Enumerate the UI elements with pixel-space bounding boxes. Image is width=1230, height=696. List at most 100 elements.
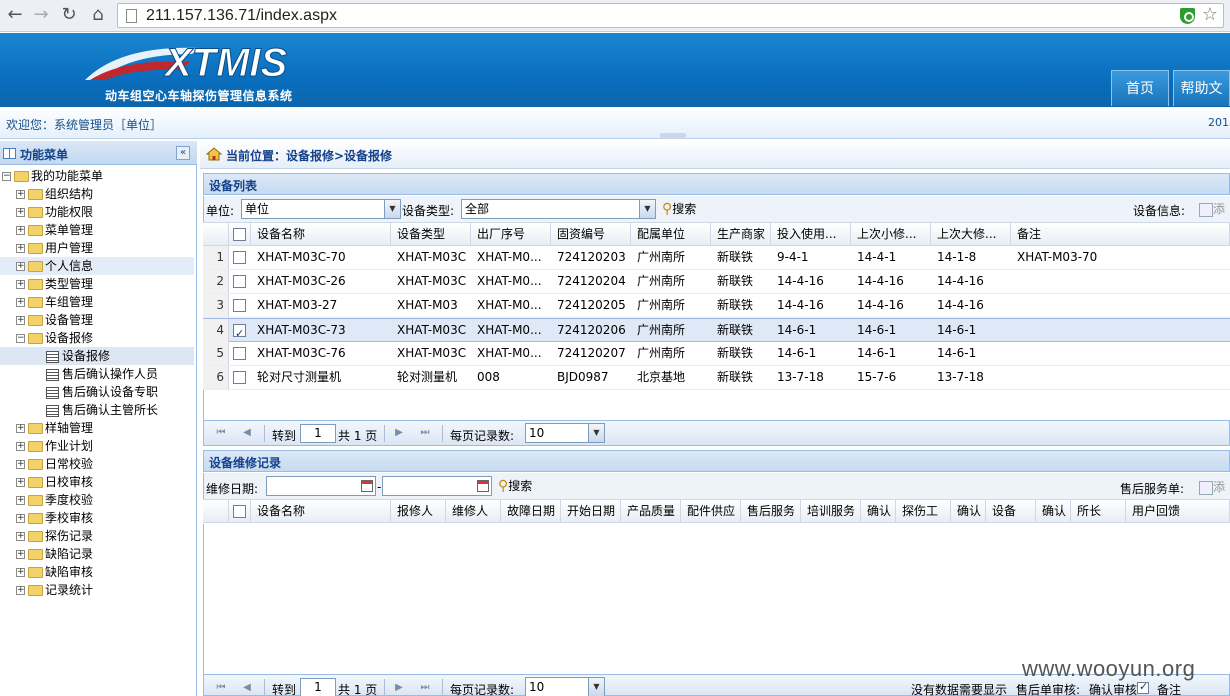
sidebar-item[interactable]: + 样轴管理	[0, 419, 194, 437]
expand-icon[interactable]: +	[16, 568, 25, 577]
device-add-button[interactable]: 添	[1199, 200, 1225, 217]
sidebar-item[interactable]: + 季校审核	[0, 509, 194, 527]
confirm-audit-checkbox[interactable]	[1137, 680, 1149, 694]
collapse-icon[interactable]: −	[2, 172, 11, 181]
row-checkbox[interactable]	[233, 322, 246, 342]
table-row[interactable]: 1 XHAT-M03C-70 XHAT-M03C XHAT-M0... 72412020…	[203, 246, 1230, 270]
expand-icon[interactable]: +	[16, 280, 25, 289]
column-header[interactable]: 设备名称	[251, 500, 391, 523]
sidebar-item[interactable]: + 设备管理	[0, 311, 194, 329]
forward-icon[interactable]: →	[30, 4, 52, 26]
table-row[interactable]: 6 轮对尺寸测量机 轮对测量机 008 BJD0987 北京基地 新联铁 13-7-18 15-…	[203, 366, 1230, 390]
sidebar-item[interactable]: + 作业计划	[0, 437, 194, 455]
sidebar-item[interactable]: + 用户管理	[0, 239, 194, 257]
column-header[interactable]: 培训服务	[801, 500, 861, 523]
sidebar-item[interactable]: + 记录统计	[0, 581, 194, 599]
row-checkbox[interactable]	[233, 371, 246, 384]
expand-icon[interactable]: +	[16, 460, 25, 469]
expand-icon[interactable]: +	[16, 190, 25, 199]
sidebar-item[interactable]: + 探伤记录	[0, 527, 194, 545]
row-checkbox[interactable]	[233, 251, 246, 264]
expand-icon[interactable]: +	[16, 496, 25, 505]
sidebar-item[interactable]: + 个人信息	[0, 257, 194, 275]
column-header[interactable]: 开始日期	[561, 500, 621, 523]
page-number-input[interactable]: 1	[300, 424, 336, 443]
column-header[interactable]: 配件供应	[681, 500, 741, 523]
column-header[interactable]: 确认	[1036, 500, 1071, 523]
sidebar-item[interactable]: 售后确认设备专职	[0, 383, 194, 401]
select-all-checkbox[interactable]	[233, 505, 246, 518]
prev-page-icon[interactable]: ◀	[240, 681, 254, 695]
table-row[interactable]: 4 XHAT-M03C-73 XHAT-M03C XHAT-M0... 72412020…	[203, 318, 1230, 342]
expand-icon[interactable]: +	[16, 532, 25, 541]
chevron-down-icon[interactable]: ▼	[588, 678, 604, 696]
expand-icon[interactable]: +	[16, 442, 25, 451]
address-bar[interactable]: 211.157.136.71/index.aspx ☆	[117, 3, 1224, 28]
per-page-select[interactable]: 10 ▼	[525, 677, 605, 696]
next-page-icon[interactable]: ▶	[392, 426, 406, 440]
column-header[interactable]: 上次大修...	[931, 223, 1011, 246]
expand-icon[interactable]: +	[16, 226, 25, 235]
splitter-handle[interactable]	[660, 133, 686, 139]
row-checkbox[interactable]	[233, 275, 246, 288]
select-all-checkbox[interactable]	[233, 228, 246, 241]
page-number-input[interactable]: 1	[300, 678, 336, 696]
first-page-icon[interactable]: ⏮	[214, 426, 228, 440]
calendar-icon[interactable]	[361, 480, 373, 492]
table-row[interactable]: 5 XHAT-M03C-76 XHAT-M03C XHAT-M0... 72412020…	[203, 342, 1230, 366]
service-add-button[interactable]: 添	[1199, 478, 1225, 495]
device-search-button[interactable]: ⚲搜索	[662, 200, 696, 218]
tab-home[interactable]: 首页	[1111, 70, 1169, 106]
column-header[interactable]: 故障日期	[501, 500, 561, 523]
table-row[interactable]: 3 XHAT-M03-27 XHAT-M03 XHAT-M0... 724120205 广…	[203, 294, 1230, 318]
column-header[interactable]: 固资编号	[551, 223, 631, 246]
column-header[interactable]: 生产商家	[711, 223, 771, 246]
column-header[interactable]: 确认	[951, 500, 986, 523]
sidebar-item[interactable]: + 类型管理	[0, 275, 194, 293]
repair-search-button[interactable]: ⚲搜索	[498, 477, 532, 495]
device-type-select[interactable]: 全部 ▼	[461, 199, 656, 219]
expand-icon[interactable]: +	[16, 514, 25, 523]
tab-help[interactable]: 帮助文	[1173, 70, 1230, 106]
collapse-icon[interactable]: −	[16, 334, 25, 343]
column-header[interactable]: 探伤工	[896, 500, 951, 523]
unit-select[interactable]: 单位 ▼	[241, 199, 401, 219]
expand-icon[interactable]: +	[16, 208, 25, 217]
expand-icon[interactable]: +	[16, 262, 25, 271]
reload-icon[interactable]: ↻	[58, 4, 80, 26]
column-header[interactable]: 所长	[1071, 500, 1126, 523]
prev-page-icon[interactable]: ◀	[240, 426, 254, 440]
column-header[interactable]: 设备名称	[251, 223, 391, 246]
tree-root[interactable]: − 我的功能菜单	[2, 167, 194, 185]
repair-date-from[interactable]	[266, 476, 376, 496]
table-row[interactable]: 2 XHAT-M03C-26 XHAT-M03C XHAT-M0... 72412020…	[203, 270, 1230, 294]
expand-icon[interactable]: +	[16, 316, 25, 325]
sidebar-item[interactable]: + 功能权限	[0, 203, 194, 221]
shield-icon[interactable]	[1180, 8, 1195, 24]
expand-icon[interactable]: +	[16, 244, 25, 253]
expand-icon[interactable]: +	[16, 586, 25, 595]
sidebar-item[interactable]: 售后确认操作人员	[0, 365, 194, 383]
sidebar-item[interactable]: 设备报修	[0, 347, 194, 365]
sidebar-item[interactable]: 售后确认主管所长	[0, 401, 194, 419]
row-checkbox[interactable]	[233, 347, 246, 360]
sidebar-item[interactable]: + 菜单管理	[0, 221, 194, 239]
expand-icon[interactable]: +	[16, 550, 25, 559]
sidebar-item[interactable]: − 设备报修	[0, 329, 194, 347]
chevron-down-icon[interactable]: ▼	[639, 200, 655, 218]
chevron-down-icon[interactable]: ▼	[384, 200, 400, 218]
column-header[interactable]: 设备	[986, 500, 1036, 523]
column-header[interactable]: 用户回馈	[1126, 500, 1230, 523]
last-page-icon[interactable]: ⏭	[418, 681, 432, 695]
sidebar-item[interactable]: + 车组管理	[0, 293, 194, 311]
sidebar-item[interactable]: + 日校审核	[0, 473, 194, 491]
expand-icon[interactable]: +	[16, 424, 25, 433]
repair-date-to[interactable]	[382, 476, 492, 496]
expand-icon[interactable]: +	[16, 478, 25, 487]
column-header[interactable]: 上次小修...	[851, 223, 931, 246]
collapse-sidebar-button[interactable]: «	[176, 146, 190, 160]
calendar-icon[interactable]	[477, 480, 489, 492]
back-icon[interactable]: ←	[4, 4, 26, 26]
column-header[interactable]: 售后服务	[741, 500, 801, 523]
sidebar-item[interactable]: + 缺陷审核	[0, 563, 194, 581]
